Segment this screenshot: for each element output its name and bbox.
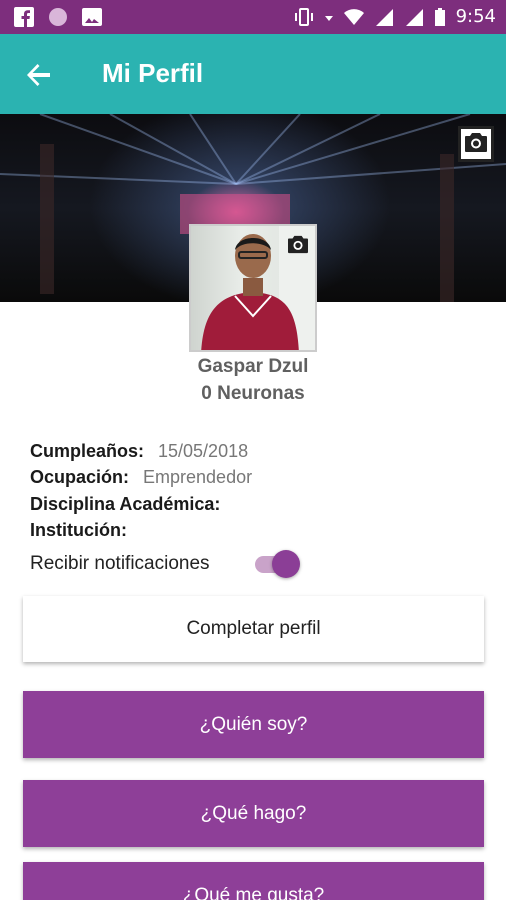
- neurons-count: 0 Neuronas: [201, 383, 305, 404]
- change-cover-button[interactable]: [458, 126, 494, 162]
- camera-icon: [464, 131, 488, 158]
- notifications-toggle[interactable]: [255, 550, 301, 578]
- page-title: Mi Perfil: [102, 58, 204, 88]
- what-i-like-button[interactable]: ¿Qué me gusta?: [23, 862, 484, 900]
- discipline-label: Disciplina Académica:: [30, 494, 221, 514]
- user-name: Gaspar Dzul: [197, 356, 309, 377]
- arrow-back-icon: [22, 64, 56, 96]
- clock: 9:54: [455, 6, 496, 27]
- notifications-label: Recibir notificaciones: [30, 553, 210, 574]
- birthday-row: Cumpleaños: 15/05/2018: [30, 441, 248, 462]
- institution-label: Institución:: [30, 520, 127, 540]
- data-arrows-icon: [324, 7, 334, 27]
- change-avatar-camera-icon[interactable]: [287, 234, 309, 254]
- discipline-row: Disciplina Académica:: [30, 494, 220, 515]
- occupation-row: Ocupación: Emprendedor: [30, 467, 252, 488]
- signal-icon: [374, 7, 394, 27]
- occupation-label: Ocupación:: [30, 467, 130, 487]
- birthday-value: 15/05/2018: [158, 441, 249, 461]
- toggle-thumb: [272, 550, 300, 578]
- who-am-i-button[interactable]: ¿Quién soy?: [23, 691, 484, 758]
- image-icon: [82, 7, 102, 27]
- avatar[interactable]: [189, 224, 317, 352]
- facebook-icon: [14, 7, 34, 27]
- birthday-label: Cumpleaños:: [30, 441, 145, 461]
- vibrate-icon: [294, 7, 314, 27]
- wifi-icon: [343, 7, 364, 27]
- institution-row: Institución:: [30, 520, 127, 541]
- complete-profile-button[interactable]: Completar perfil: [23, 596, 484, 662]
- what-i-do-button[interactable]: ¿Qué hago?: [23, 780, 484, 847]
- signal-icon: [404, 7, 424, 27]
- back-button[interactable]: [22, 58, 56, 92]
- occupation-value: Emprendedor: [143, 467, 253, 487]
- circle-icon: [48, 7, 68, 27]
- app-bar: Mi Perfil: [0, 34, 506, 114]
- status-bar: 9:54: [0, 0, 506, 34]
- battery-icon: [434, 7, 446, 27]
